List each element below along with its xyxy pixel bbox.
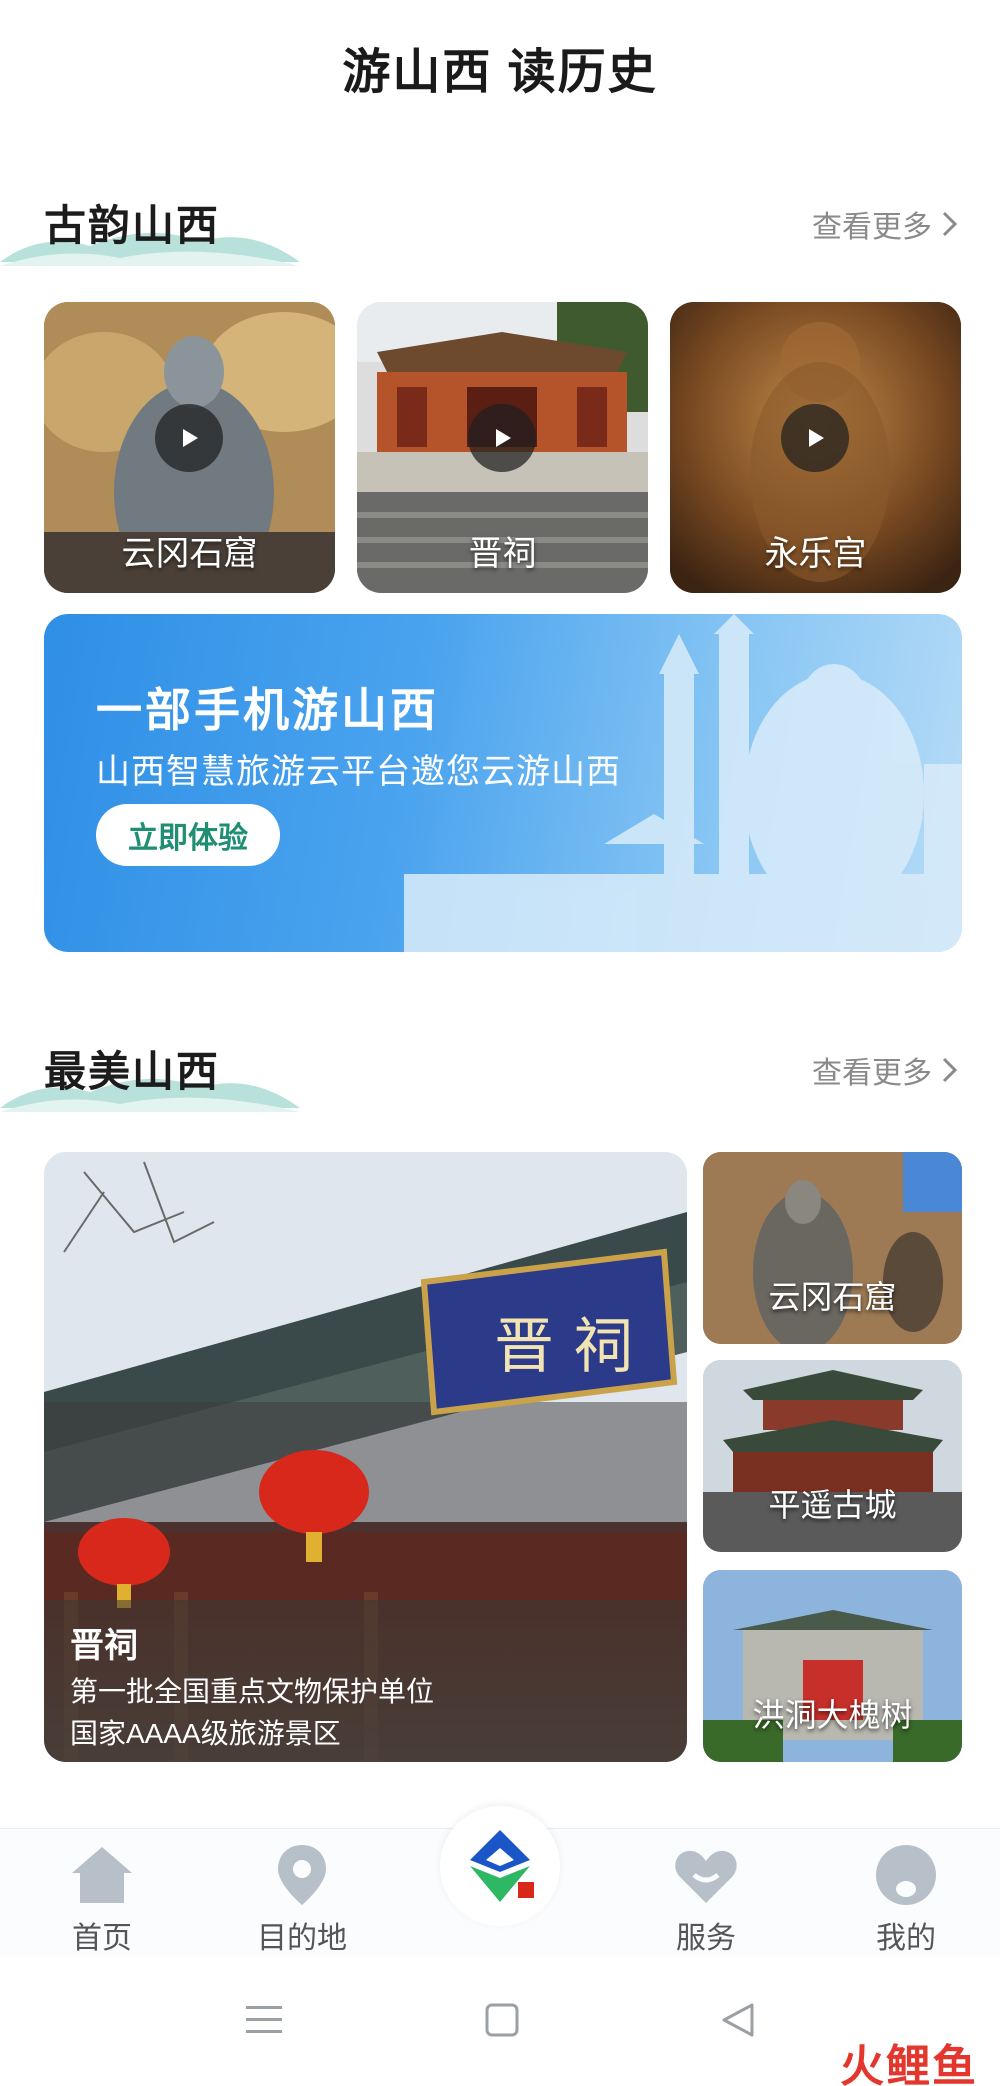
tab-label: 服务 xyxy=(676,1922,736,1955)
side-card-label: 洪洞大槐树 xyxy=(752,1697,913,1733)
video-card-jinci[interactable]: 晋祠 xyxy=(357,302,648,593)
view-more-link[interactable]: 查看更多 xyxy=(812,202,960,246)
play-button[interactable] xyxy=(468,404,536,472)
featured-name: 晋祠 xyxy=(70,1627,138,1665)
home-icon xyxy=(72,1847,132,1903)
view-more-label: 查看更多 xyxy=(812,211,932,244)
plaque-text: 晋 祠 xyxy=(494,1312,633,1382)
app-logo-icon xyxy=(470,1830,534,1902)
banner-title: 一部手机游山西 xyxy=(96,684,439,736)
promo-banner[interactable]: 一部手机游山西 山西智慧旅游云平台邀您云游山西 立即体验 xyxy=(44,614,962,952)
try-now-button[interactable]: 立即体验 xyxy=(96,804,280,866)
side-card-yungang[interactable]: 云冈石窟 xyxy=(703,1152,962,1344)
menu-icon[interactable] xyxy=(244,2002,284,2038)
tab-label: 目的地 xyxy=(257,1922,347,1955)
side-card-label: 平遥古城 xyxy=(768,1487,897,1523)
tab-destination[interactable]: 目的地 xyxy=(242,1841,362,1957)
play-icon xyxy=(183,429,198,447)
section-header-beautiful: 最美山西 查看更多 xyxy=(0,1034,1000,1114)
video-card-yungang[interactable]: 云冈石窟 xyxy=(44,302,335,593)
section-title: 古韵山西 xyxy=(44,202,221,249)
home-square-icon[interactable] xyxy=(484,2002,520,2038)
play-icon xyxy=(809,429,824,447)
view-more-label: 查看更多 xyxy=(812,1057,932,1090)
card-label: 云冈石窟 xyxy=(121,535,258,573)
section-title: 最美山西 xyxy=(44,1048,221,1095)
view-more-link[interactable]: 查看更多 xyxy=(812,1048,960,1092)
location-pin-icon xyxy=(278,1845,326,1905)
featured-info-panel: 晋祠 第一批全国重点文物保护单位 国家AAAA级旅游景区 xyxy=(44,1600,687,1762)
chevron-right-icon xyxy=(942,211,958,237)
featured-desc-line2: 国家AAAA级旅游景区 xyxy=(70,1718,341,1749)
banner-subtitle: 山西智慧旅游云平台邀您云游山西 xyxy=(96,753,621,791)
page-title: 游山西 读历史 xyxy=(342,46,658,99)
heart-icon xyxy=(675,1850,737,1903)
back-triangle-icon[interactable] xyxy=(720,2002,756,2038)
card-label: 晋祠 xyxy=(468,535,537,573)
play-button[interactable] xyxy=(781,404,849,472)
side-card-label: 云冈石窟 xyxy=(768,1279,897,1315)
side-card-hongtong[interactable]: 洪洞大槐树 xyxy=(703,1570,962,1762)
play-button[interactable] xyxy=(155,404,223,472)
side-card-pingyao[interactable]: 平遥古城 xyxy=(703,1360,962,1552)
tab-center-logo[interactable] xyxy=(440,1806,560,1926)
section-header-ancient: 古韵山西 查看更多 xyxy=(0,188,1000,268)
play-icon xyxy=(496,429,511,447)
tab-profile[interactable]: 我的 xyxy=(846,1841,966,1957)
featured-desc-line1: 第一批全国重点文物保护单位 xyxy=(70,1676,435,1707)
video-card-yonglegong[interactable]: 永乐宫 xyxy=(670,302,961,593)
watermark-logo: 火鲤鱼 xyxy=(840,2042,978,2086)
tab-services[interactable]: 服务 xyxy=(646,1841,766,1957)
featured-card-jinci[interactable]: 晋 祠 晋祠 第一批全国重点文物保护单位 国家AAAA级旅游景区 xyxy=(44,1152,687,1762)
tab-home[interactable]: 首页 xyxy=(42,1841,162,1957)
tab-label: 首页 xyxy=(72,1922,132,1955)
profile-icon xyxy=(876,1845,936,1905)
tab-label: 我的 xyxy=(876,1922,936,1955)
card-label: 永乐宫 xyxy=(764,535,867,573)
chevron-right-icon xyxy=(942,1057,958,1083)
